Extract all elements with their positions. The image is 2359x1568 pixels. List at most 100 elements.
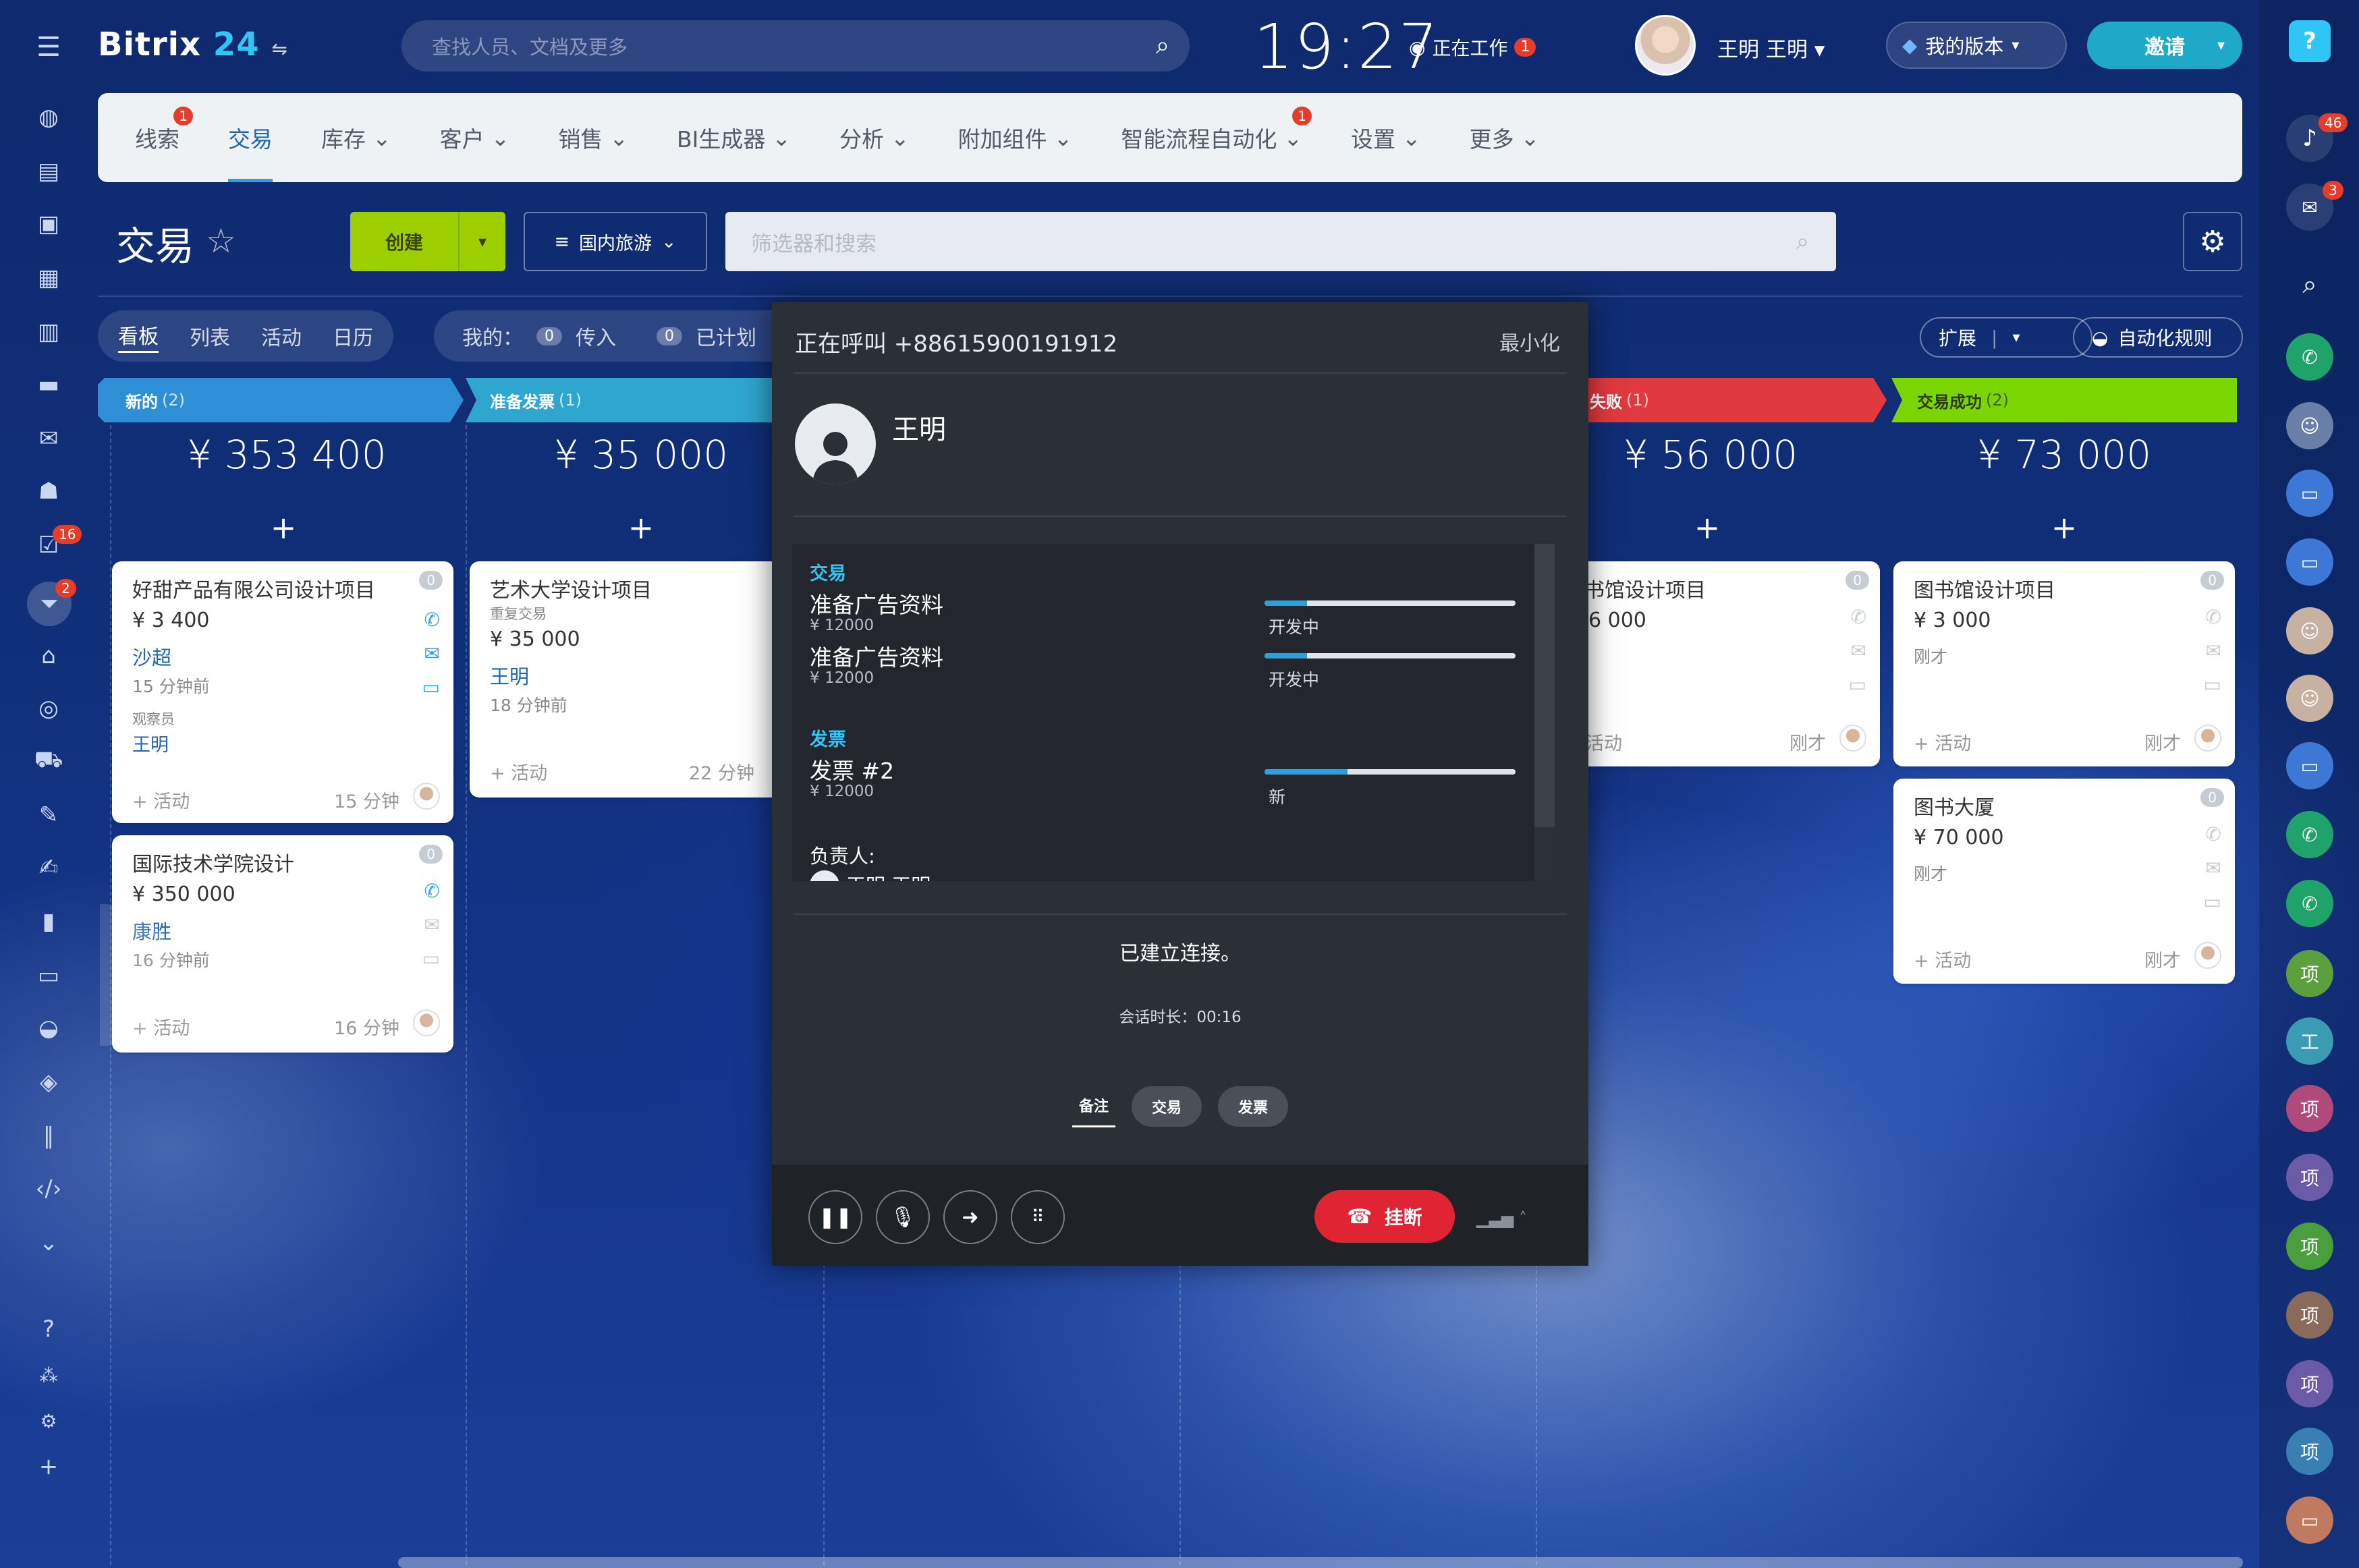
tasks-list-icon[interactable]: ▤ — [31, 154, 66, 189]
nav-inventory[interactable]: 库存 ⌄ — [321, 93, 391, 182]
project-icon[interactable]: 项 — [2286, 1154, 2333, 1201]
column-header-invoice[interactable]: 准备发票 (1) — [472, 378, 582, 422]
signal-quality-icon[interactable]: ▁▃▅ ˄ — [1476, 1209, 1527, 1228]
chat-icon[interactable]: ▭ — [1849, 673, 1866, 696]
invoice-item-name[interactable]: 发票 #2 — [810, 753, 894, 785]
my-version-button[interactable]: ◆ 我的版本 ▾ — [1886, 22, 2067, 69]
store-icon[interactable]: ⌂ — [31, 638, 66, 673]
deal-title[interactable]: 书馆设计项目 — [1584, 573, 1706, 603]
add-activity[interactable]: + 活动 — [132, 787, 190, 813]
drive-icon[interactable]: ▬ — [31, 367, 66, 402]
brand-logo[interactable]: Bitrix 24 ⇋ — [98, 26, 288, 63]
contact-card-icon[interactable]: ▭ — [2286, 470, 2333, 517]
project-icon[interactable]: 项 — [2286, 1085, 2333, 1132]
help-icon[interactable]: ? — [2289, 20, 2331, 62]
deal-title[interactable]: 图书大厦 — [1914, 791, 1995, 820]
settings-gear-button[interactable]: ⚙ — [2183, 212, 2242, 271]
panel-scrollbar[interactable] — [1534, 544, 1555, 827]
horizontal-scrollbar[interactable] — [398, 1557, 2243, 1568]
box-icon[interactable]: ◈ — [31, 1065, 66, 1100]
nav-leads[interactable]: 线索 1 — [135, 93, 193, 182]
star-icon[interactable]: ☆ — [206, 221, 236, 260]
analytics-icon[interactable]: ▮ — [31, 904, 66, 939]
sign-icon[interactable]: ✍ — [31, 850, 66, 885]
tab-list[interactable]: 列表 — [190, 321, 230, 351]
keypad-icon[interactable]: ⠿ — [1011, 1190, 1065, 1244]
docs-icon[interactable]: ▥ — [31, 314, 66, 349]
nav-sales[interactable]: 销售 ⌄ — [558, 93, 628, 182]
contact-card-icon[interactable]: ▭ — [2286, 742, 2333, 789]
project-icon[interactable]: 工 — [2286, 1017, 2333, 1065]
more-down-icon[interactable]: ⌄ — [31, 1225, 66, 1260]
filter-search-input[interactable]: 筛选器和搜索 ⌕ — [725, 212, 1836, 271]
user-avatar[interactable] — [1839, 725, 1866, 752]
mail-icon[interactable]: ✉ — [424, 914, 440, 936]
feed-icon[interactable]: ◍ — [31, 100, 66, 135]
nav-addons[interactable]: 附加组件 ⌄ — [958, 93, 1073, 182]
add-activity[interactable]: 活动 — [1586, 729, 1622, 755]
add-icon[interactable]: + — [31, 1449, 66, 1484]
project-icon[interactable]: 项 — [2286, 950, 2333, 997]
phone-icon[interactable]: ✆ — [424, 609, 440, 631]
phone-icon[interactable]: ✆ — [2286, 333, 2333, 381]
cart-icon[interactable]: ⛟ — [31, 744, 66, 779]
user-avatar[interactable] — [413, 1009, 440, 1036]
search-icon[interactable]: ⌕ — [1796, 228, 1809, 255]
nav-settings[interactable]: 设置 ⌄ — [1351, 93, 1421, 182]
nav-bi-builder[interactable]: BI生成器 ⌄ — [677, 93, 791, 182]
contact-card-icon[interactable]: ▭ — [2286, 538, 2333, 586]
chat-icon[interactable]: ▣ — [31, 206, 66, 242]
add-activity[interactable]: + 活动 — [1914, 729, 1971, 755]
deal-card[interactable]: 书馆设计项目 0 6 000 ✆ ✉ ▭ 活动 刚才 — [1545, 561, 1880, 766]
create-dropdown-icon[interactable]: ▾ — [458, 212, 505, 271]
tab-kanban[interactable]: 看板 — [118, 320, 159, 353]
search-icon[interactable]: ⌕ — [1156, 32, 1169, 60]
groups-icon[interactable]: ☗ — [31, 474, 66, 509]
nav-customers[interactable]: 客户 ⌄ — [440, 93, 510, 182]
project-icon[interactable]: 项 — [2286, 1428, 2333, 1475]
contact-avatar[interactable] — [795, 403, 876, 484]
mail-icon[interactable]: ✉ — [31, 421, 66, 456]
deal-card[interactable]: 图书馆设计项目 0 ¥ 3 000 刚才 ✆ ✉ ▭ + 活动 刚才 — [1893, 561, 2235, 766]
chat-icon[interactable]: ▭ — [422, 676, 440, 698]
minimize-button[interactable]: 最小化 — [1499, 327, 1560, 356]
user-avatar[interactable] — [2194, 942, 2221, 969]
expand-button[interactable]: 扩展 | ▾ — [1920, 317, 2092, 358]
phone-icon[interactable]: ✆ — [424, 880, 440, 902]
robot-icon[interactable]: ◒ — [31, 1011, 66, 1046]
sites-icon[interactable]: ∥ — [31, 1119, 66, 1154]
hangup-button[interactable]: ☎ 挂断 — [1314, 1190, 1455, 1243]
phone-icon[interactable]: ✆ — [2206, 606, 2221, 628]
column-header-new[interactable]: 新的 (2) — [108, 378, 185, 422]
tab-calendar[interactable]: 日历 — [333, 321, 373, 351]
tab-notes[interactable]: 备注 — [1072, 1085, 1115, 1127]
mail-icon[interactable]: ✉ — [2206, 857, 2221, 879]
deal-item-name[interactable]: 准备广告资料 — [810, 640, 943, 672]
add-deal-button[interactable]: + — [1891, 509, 2237, 546]
contact-card-icon[interactable]: ▭ — [2286, 1496, 2333, 1544]
responsible-name[interactable]: 王明 王明 — [846, 870, 931, 881]
deal-title[interactable]: 图书馆设计项目 — [1914, 573, 2055, 603]
observer-name[interactable]: 王明 — [132, 730, 169, 756]
deal-item-name[interactable]: 准备广告资料 — [810, 587, 943, 619]
add-deal-button[interactable]: + — [466, 509, 816, 546]
project-icon[interactable]: 项 — [2286, 1223, 2333, 1270]
column-header-won[interactable]: 交易成功 (2) — [1899, 378, 2009, 422]
chat-icon[interactable]: ▭ — [2204, 673, 2221, 696]
phone-icon[interactable]: ✆ — [1851, 606, 1866, 628]
edit-icon[interactable]: ✎ — [31, 797, 66, 833]
global-search-input[interactable]: 查找人员、文档及更多 ⌕ — [401, 20, 1190, 72]
phone-icon[interactable]: ✆ — [2286, 880, 2333, 927]
nav-automation[interactable]: 智能流程自动化 ⌄ 1 — [1121, 93, 1312, 182]
phone-icon[interactable]: ✆ — [2286, 811, 2333, 858]
add-deal-button[interactable]: + — [1572, 509, 1842, 546]
project-icon[interactable]: 项 — [2286, 1360, 2333, 1407]
help-icon[interactable]: ? — [31, 1312, 66, 1347]
tab-invoice[interactable]: 发票 — [1218, 1086, 1289, 1127]
target-icon[interactable]: ◎ — [31, 691, 66, 726]
add-activity[interactable]: + 活动 — [490, 758, 547, 785]
work-status[interactable]: ◉ 正在工作 1 — [1409, 34, 1536, 61]
create-button[interactable]: 创建 ▾ — [350, 212, 505, 271]
microphone-icon[interactable]: 🎙 — [876, 1190, 930, 1244]
mail-icon[interactable]: ✉ — [424, 642, 440, 665]
